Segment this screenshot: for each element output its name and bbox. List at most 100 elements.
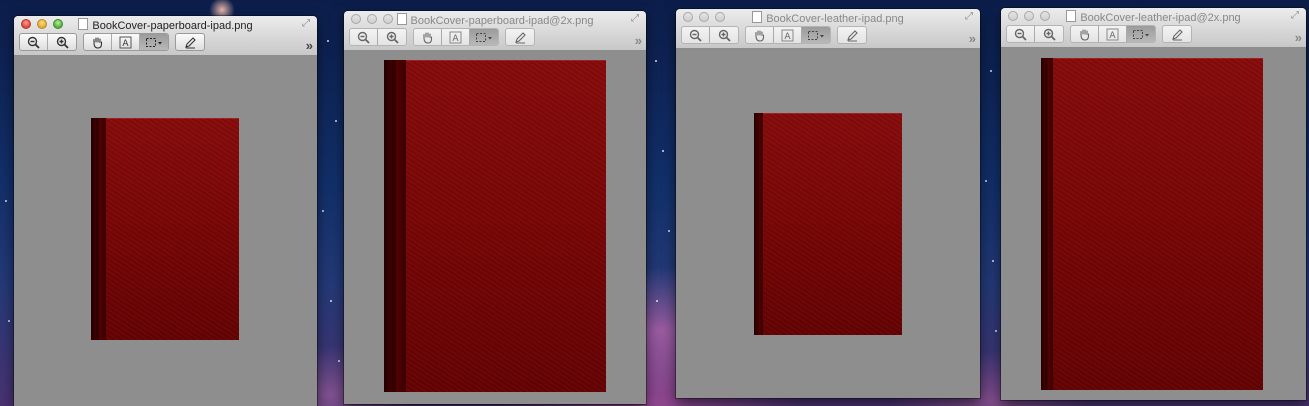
zoom-segment — [349, 28, 407, 46]
zoom-in-button[interactable] — [378, 29, 406, 45]
toolbar-overflow-button[interactable]: » — [969, 31, 976, 46]
image-canvas — [1001, 48, 1306, 400]
document-icon[interactable] — [396, 13, 407, 25]
annotate-button[interactable] — [838, 27, 866, 43]
tool-segment: A — [1070, 25, 1156, 43]
zoom-in-icon — [386, 31, 399, 44]
titlebar[interactable]: BookCover-paperboard-ipad@2x.png ⤢ A » — [344, 11, 646, 51]
rect-select-button[interactable] — [470, 29, 498, 45]
annotate-button[interactable] — [506, 29, 534, 45]
text-select-button[interactable]: A — [1099, 26, 1127, 42]
book-cover-image — [1041, 58, 1263, 390]
pencil-icon — [1171, 28, 1183, 40]
book-cover-image — [91, 118, 239, 340]
zoom-out-icon — [357, 31, 370, 44]
zoom-out-button[interactable] — [20, 34, 48, 50]
rect-select-icon — [476, 32, 492, 42]
toolbar-overflow-button[interactable]: » — [635, 33, 642, 48]
text-select-button[interactable]: A — [112, 34, 140, 50]
star — [985, 180, 987, 182]
text-select-icon: A — [119, 36, 132, 49]
annotate-segment — [837, 26, 867, 44]
zoom-out-button[interactable] — [1007, 26, 1035, 42]
annotate-button[interactable] — [176, 34, 204, 50]
hand-tool-icon — [1080, 28, 1090, 41]
book-cover-image — [384, 60, 606, 392]
pencil-icon — [514, 31, 526, 43]
annotate-segment — [505, 28, 535, 46]
book-spine — [1041, 58, 1053, 390]
hand-tool-icon — [755, 29, 765, 42]
zoom-out-icon — [27, 36, 40, 49]
annotate-segment — [175, 33, 205, 51]
rect-select-icon — [808, 30, 824, 40]
window-title: BookCover-leather-ipad.png — [676, 11, 980, 25]
tool-segment: A — [413, 28, 499, 46]
annotate-button[interactable] — [1163, 26, 1191, 42]
star — [327, 40, 329, 42]
window-title-text: BookCover-paperboard-ipad.png — [92, 20, 253, 32]
image-canvas — [676, 49, 980, 398]
zoom-out-button[interactable] — [350, 29, 378, 45]
star — [322, 210, 324, 212]
star — [338, 360, 340, 362]
star — [5, 200, 7, 202]
book-cover-image — [754, 113, 902, 335]
rect-select-button[interactable] — [802, 27, 830, 43]
fullscreen-icon[interactable]: ⤢ — [965, 11, 976, 22]
zoom-in-button[interactable] — [710, 27, 738, 43]
annotate-segment — [1162, 25, 1192, 43]
star — [8, 320, 10, 322]
fullscreen-icon[interactable]: ⤢ — [1291, 10, 1302, 21]
preview-window-1: BookCover-paperboard-ipad.png ⤢ A » — [14, 16, 317, 406]
window-title: BookCover-paperboard-ipad@2x.png — [344, 13, 646, 27]
text-select-icon: A — [781, 29, 794, 42]
star — [656, 300, 658, 302]
zoom-out-button[interactable] — [682, 27, 710, 43]
window-title-text: BookCover-leather-ipad.png — [766, 13, 904, 25]
rect-select-button[interactable] — [1127, 26, 1155, 42]
document-icon[interactable] — [78, 18, 89, 30]
star — [992, 260, 994, 262]
titlebar[interactable]: BookCover-leather-ipad@2x.png ⤢ A » — [1001, 8, 1306, 48]
toolbar: A — [681, 26, 867, 44]
text-select-button[interactable]: A — [442, 29, 470, 45]
text-select-button[interactable]: A — [774, 27, 802, 43]
hand-tool-button[interactable] — [84, 34, 112, 50]
toolbar-overflow-button[interactable]: » — [306, 38, 313, 53]
fullscreen-icon[interactable]: ⤢ — [302, 18, 313, 29]
zoom-segment — [19, 33, 77, 51]
star — [335, 120, 337, 122]
preview-window-2: BookCover-paperboard-ipad@2x.png ⤢ A » — [344, 11, 646, 404]
toolbar: A — [1006, 25, 1192, 43]
zoom-in-button[interactable] — [48, 34, 76, 50]
rect-select-button[interactable] — [140, 34, 168, 50]
titlebar[interactable]: BookCover-leather-ipad.png ⤢ A » — [676, 9, 980, 49]
zoom-segment — [1006, 25, 1064, 43]
zoom-out-icon — [689, 29, 702, 42]
fullscreen-icon[interactable]: ⤢ — [631, 13, 642, 24]
document-icon[interactable] — [1066, 10, 1077, 22]
zoom-segment — [681, 26, 739, 44]
star — [330, 300, 332, 302]
zoom-in-button[interactable] — [1035, 26, 1063, 42]
hand-tool-icon — [93, 36, 103, 49]
hand-tool-button[interactable] — [414, 29, 442, 45]
toolbar-overflow-button[interactable]: » — [1295, 30, 1302, 45]
svg-text:A: A — [452, 34, 459, 44]
star — [995, 330, 997, 332]
document-icon[interactable] — [752, 11, 763, 23]
rect-select-icon — [1133, 29, 1149, 39]
svg-text:A: A — [784, 32, 791, 42]
pencil-icon — [846, 29, 858, 41]
text-select-icon: A — [449, 31, 462, 44]
titlebar[interactable]: BookCover-paperboard-ipad.png ⤢ A » — [14, 16, 317, 56]
hand-tool-button[interactable] — [746, 27, 774, 43]
book-spine — [384, 60, 406, 392]
zoom-in-icon — [56, 36, 69, 49]
hand-tool-button[interactable] — [1071, 26, 1099, 42]
star — [662, 150, 664, 152]
star — [668, 230, 670, 232]
pencil-icon — [184, 36, 196, 48]
star — [655, 60, 657, 62]
